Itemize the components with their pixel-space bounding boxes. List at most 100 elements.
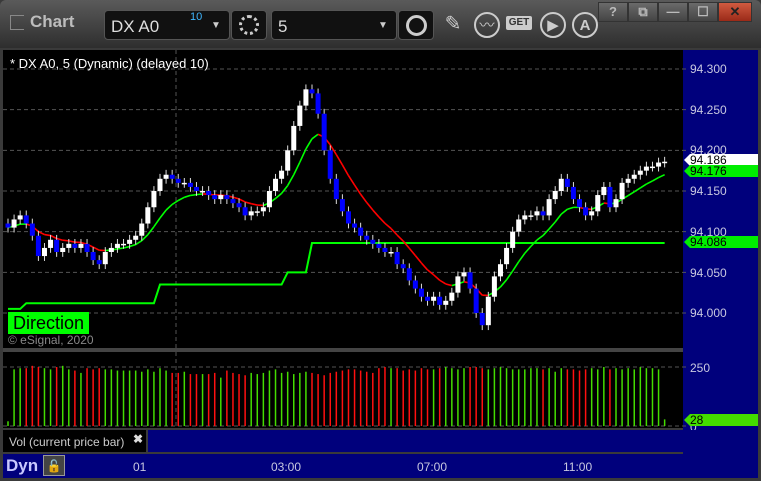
candle-body: [425, 296, 431, 301]
candle-body: [473, 288, 479, 313]
moving-average-segment: [123, 245, 130, 249]
candle-body: [656, 162, 662, 167]
candle-body: [382, 247, 388, 252]
candle-body: [285, 150, 291, 171]
candle-body: [625, 178, 631, 183]
candle-body: [187, 182, 193, 187]
candle-body: [236, 203, 242, 208]
moving-average-segment: [420, 262, 429, 271]
moving-average-segment: [44, 233, 51, 237]
moving-average-segment: [286, 174, 295, 186]
candle-body: [534, 211, 540, 216]
moving-average-segment: [414, 255, 423, 264]
candle-body: [175, 178, 181, 183]
moving-average-segment: [347, 175, 356, 186]
moving-average-segment: [251, 202, 258, 206]
candle-body: [540, 211, 546, 216]
candle-body: [418, 288, 424, 297]
candle-body: [504, 247, 510, 265]
candle-body: [546, 199, 552, 216]
candle-body: [23, 215, 29, 224]
moving-average-segment: [639, 183, 647, 189]
study-bar: [148, 430, 683, 452]
moving-average-segment: [567, 206, 574, 210]
moving-average-segment: [50, 234, 57, 240]
candle-body: [613, 199, 619, 208]
candle-body: [431, 296, 437, 301]
candle-body: [254, 211, 260, 213]
moving-average-segment: [554, 213, 562, 223]
candle-body: [309, 89, 315, 94]
close-study-icon[interactable]: ✖: [133, 432, 143, 446]
candle-body: [528, 215, 534, 217]
candle-body: [127, 239, 133, 244]
candle-body: [48, 239, 54, 248]
candle-body: [108, 247, 114, 252]
candle-body: [5, 223, 11, 228]
dynamic-mode-label[interactable]: Dyn: [6, 456, 38, 476]
moving-average-segment: [117, 247, 124, 250]
price-tick: 94.300: [690, 62, 727, 76]
price-tick: 94.000: [690, 306, 727, 321]
moving-average-segment: [147, 226, 155, 236]
moving-average-segment: [196, 193, 203, 196]
candle-body: [315, 93, 321, 114]
moving-average-segment: [238, 198, 246, 203]
candle-body: [133, 235, 139, 240]
ma-value-tag: 94.176: [684, 165, 758, 177]
moving-average-segment: [396, 234, 404, 242]
last-price-tag: 94.186: [684, 154, 758, 166]
candle-body: [66, 243, 72, 248]
candle-body: [279, 170, 285, 179]
volume-study-label: Vol (current price bar): [3, 430, 146, 452]
candle-body: [157, 178, 163, 191]
candle-body: [437, 296, 443, 305]
candle-body: [193, 186, 199, 191]
candle-body: [345, 211, 351, 224]
candle-body: [291, 125, 297, 151]
candle-body: [388, 251, 394, 254]
moving-average-segment: [353, 184, 362, 195]
candle-body: [230, 199, 236, 204]
candle-body: [406, 268, 412, 281]
moving-average-segment: [305, 138, 313, 150]
candle-body: [467, 272, 473, 289]
candle-body: [370, 239, 376, 244]
moving-average-segment: [439, 279, 447, 285]
lock-icon[interactable]: 🔓: [43, 455, 65, 476]
candle-body: [449, 292, 455, 301]
candle-body: [151, 190, 157, 208]
candle-body: [583, 207, 589, 216]
moving-average-segment: [542, 228, 550, 237]
candle-body: [327, 150, 333, 179]
candle-body: [649, 166, 655, 169]
candle-body: [400, 264, 406, 269]
candle-body: [491, 276, 497, 297]
candle-body: [485, 296, 491, 326]
candle-body: [260, 207, 266, 212]
moving-average-segment: [299, 148, 307, 163]
candle-body: [461, 272, 467, 277]
candle-body: [570, 186, 576, 200]
candle-body: [17, 215, 23, 220]
candle-body: [78, 243, 84, 248]
candle-body: [333, 178, 339, 200]
moving-average-segment: [293, 161, 301, 176]
moving-average-segment: [280, 185, 289, 194]
moving-average-segment: [171, 199, 179, 206]
candle-body: [297, 105, 303, 126]
moving-average-segment: [359, 193, 368, 204]
moving-average-segment: [335, 154, 344, 166]
moving-average-segment: [445, 283, 453, 287]
candle-body: [595, 195, 601, 212]
price-chart: [3, 50, 689, 428]
candle-body: [352, 223, 358, 228]
moving-average-segment: [433, 274, 441, 281]
moving-average-segment: [646, 180, 653, 185]
candle-body: [376, 243, 382, 248]
candle-body: [248, 211, 254, 216]
candle-body: [60, 247, 66, 252]
time-label: 03:00: [271, 460, 302, 474]
candle-body: [455, 276, 461, 293]
price-tick: 94.250: [690, 102, 727, 117]
